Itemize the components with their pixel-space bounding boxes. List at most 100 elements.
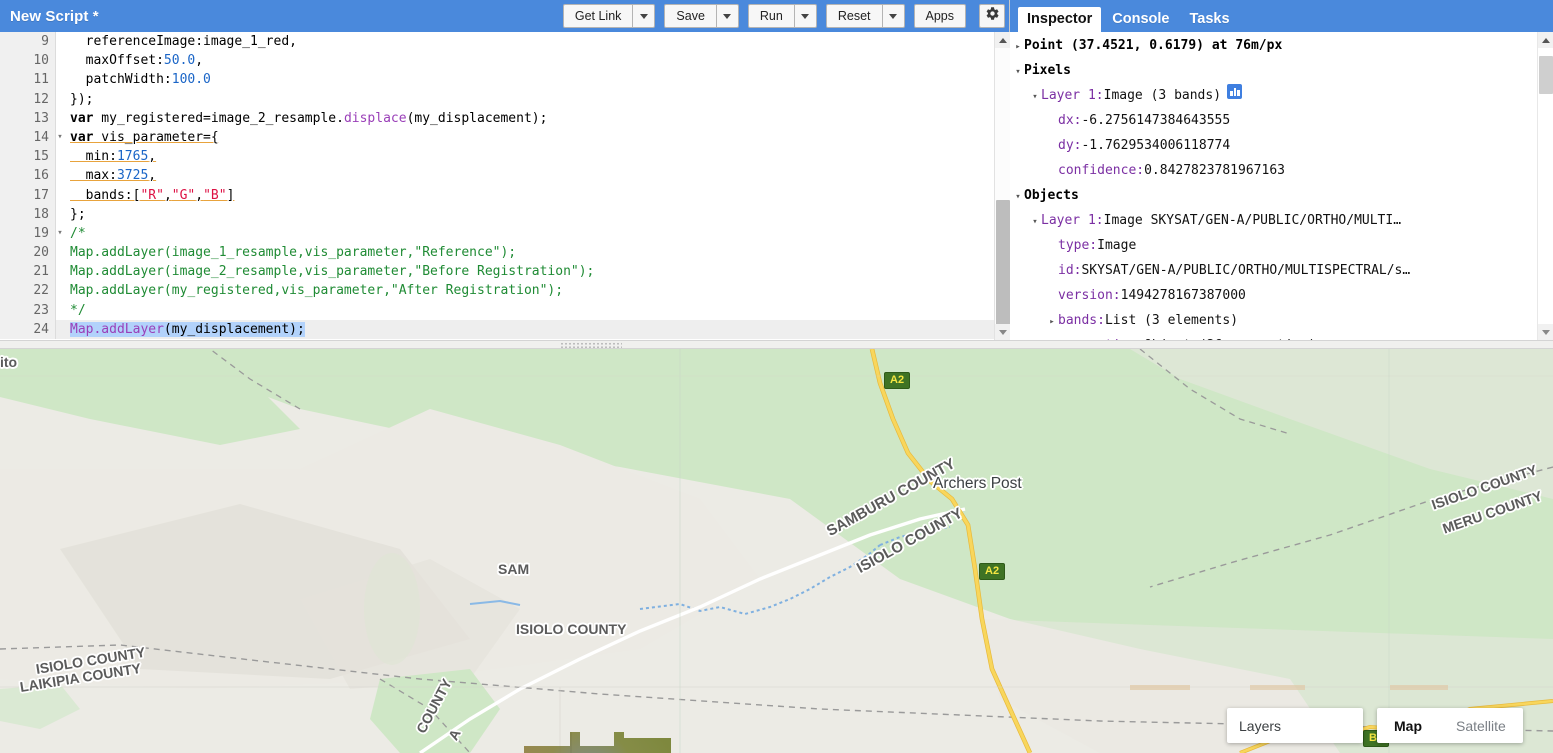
basemap-satellite-button[interactable]: Satellite: [1439, 708, 1523, 743]
save-dropdown-arrow[interactable]: [717, 4, 739, 28]
collapsed-triangle-icon[interactable]: ▸: [1046, 311, 1058, 334]
map-basemap-canvas: [0, 349, 1553, 753]
code-line[interactable]: 14▾var vis_parameter={: [0, 128, 994, 147]
expanded-triangle-icon[interactable]: ▾: [1012, 186, 1024, 209]
apps-button[interactable]: Apps: [914, 4, 967, 28]
inspector-row[interactable]: ▸confidence: 0.8427823781967163: [1012, 159, 1553, 184]
editor-scrollbar-thumb[interactable]: [996, 200, 1010, 325]
inspector-value: Image (3 bands): [1104, 84, 1221, 107]
code-line-text[interactable]: };: [56, 205, 86, 224]
expanded-triangle-icon[interactable]: ▾: [1012, 61, 1024, 84]
collapsed-triangle-icon[interactable]: ▸: [1012, 36, 1024, 59]
code-line[interactable]: 10 maxOffset:50.0,: [0, 51, 994, 70]
inspector-row[interactable]: ▾Layer 1: Image (3 bands): [1012, 84, 1553, 109]
code-line-text[interactable]: var my_registered=image_2_resample.displ…: [56, 109, 547, 128]
basemap-toggle: Map Satellite: [1377, 708, 1523, 743]
reset-group: Reset: [826, 4, 905, 28]
save-group: Save: [664, 4, 739, 28]
code-line[interactable]: 19▾/*: [0, 224, 994, 243]
tab-inspector[interactable]: Inspector: [1018, 7, 1101, 32]
code-line[interactable]: 9 referenceImage:image_1_red,: [0, 32, 994, 51]
code-line[interactable]: 22Map.addLayer(my_registered,vis_paramet…: [0, 281, 994, 300]
inspector-scrollbar-thumb[interactable]: [1539, 56, 1553, 94]
inspector-key: Layer 1:: [1041, 209, 1104, 232]
code-line-text[interactable]: referenceImage:image_1_red,: [56, 32, 297, 51]
map-view[interactable]: SAMBURU COUNTYISIOLO COUNTYISIOLO COUNTY…: [0, 349, 1553, 753]
code-token: /*: [70, 226, 86, 241]
code-line-text[interactable]: min:1765,: [56, 147, 156, 166]
code-line[interactable]: 17 bands:["R","G","B"]: [0, 186, 994, 205]
code-line-text[interactable]: Map.addLayer(image_2_resample,vis_parame…: [56, 262, 594, 281]
inspector-scroll-down-arrow-icon[interactable]: [1538, 324, 1553, 340]
get-link-dropdown-arrow[interactable]: [633, 4, 655, 28]
inspector-vertical-scrollbar[interactable]: [1537, 32, 1553, 340]
tab-tasks[interactable]: Tasks: [1180, 7, 1238, 32]
code-line[interactable]: 18};: [0, 205, 994, 224]
gee-code-editor-app: New Script * Get Link Save Run: [0, 0, 1553, 753]
basemap-map-button[interactable]: Map: [1377, 708, 1439, 743]
tab-console[interactable]: Console: [1103, 7, 1178, 32]
code-line[interactable]: 13var my_registered=image_2_resample.dis…: [0, 109, 994, 128]
editor-vertical-scrollbar[interactable]: [994, 32, 1010, 340]
inspector-row[interactable]: ▸dy: -1.7629534006118774: [1012, 134, 1553, 159]
code-line-text[interactable]: /*: [56, 224, 86, 243]
code-line-text[interactable]: patchWidth:100.0: [56, 70, 211, 89]
code-line[interactable]: 12});: [0, 90, 994, 109]
settings-button[interactable]: [979, 4, 1005, 28]
expanded-triangle-icon[interactable]: ▾: [1029, 211, 1041, 234]
scroll-up-arrow-icon[interactable]: [995, 32, 1010, 48]
inspector-scroll-up-arrow-icon[interactable]: [1538, 32, 1553, 48]
code-line-text[interactable]: Map.addLayer(my_registered,vis_parameter…: [56, 281, 563, 300]
code-line-text[interactable]: maxOffset:50.0,: [56, 51, 203, 70]
code-line-text[interactable]: var vis_parameter={: [56, 128, 219, 147]
code-line[interactable]: 15 min:1765,: [0, 147, 994, 166]
inspector-row[interactable]: ▾Pixels: [1012, 59, 1553, 84]
splitter-grip-icon[interactable]: [560, 342, 622, 349]
inspector-tree[interactable]: ▸Point (37.4521, 0.6179) at 76m/px▾Pixel…: [1010, 32, 1553, 340]
expanded-triangle-icon[interactable]: ▾: [1029, 86, 1041, 109]
script-title: New Script *: [10, 8, 99, 25]
inspector-row[interactable]: ▸type: Image: [1012, 234, 1553, 259]
save-button[interactable]: Save: [664, 4, 717, 28]
code-token: bands:[: [70, 188, 140, 203]
reset-dropdown-arrow[interactable]: [883, 4, 905, 28]
inspector-row[interactable]: ▸version: 1494278167387000: [1012, 284, 1553, 309]
inspector-row[interactable]: ▸dx: -6.2756147384643555: [1012, 109, 1553, 134]
code-line[interactable]: 16 max:3725,: [0, 166, 994, 185]
line-number: 24: [0, 320, 56, 339]
code-token: vis_parameter={: [93, 130, 218, 145]
inspector-row[interactable]: ▸Point (37.4521, 0.6179) at 76m/px: [1012, 34, 1553, 59]
inspector-value: -1.7629534006118774: [1081, 134, 1230, 157]
inspector-row[interactable]: ▾Objects: [1012, 184, 1553, 209]
scroll-down-arrow-icon[interactable]: [995, 324, 1010, 340]
code-line-text[interactable]: Map.addLayer(my_displacement);: [56, 320, 305, 339]
code-line[interactable]: 21Map.addLayer(image_2_resample,vis_para…: [0, 262, 994, 281]
run-button[interactable]: Run: [748, 4, 795, 28]
inspector-row[interactable]: ▾Layer 1: Image SKYSAT/GEN-A/PUBLIC/ORTH…: [1012, 209, 1553, 234]
run-dropdown-arrow[interactable]: [795, 4, 817, 28]
code-line-text[interactable]: max:3725,: [56, 166, 156, 185]
get-link-button[interactable]: Get Link: [563, 4, 634, 28]
editor-scrollbar-track[interactable]: [995, 48, 1010, 324]
code-line-text[interactable]: */: [56, 301, 86, 320]
apps-group: Apps: [914, 4, 967, 28]
code-line[interactable]: 11 patchWidth:100.0: [0, 70, 994, 89]
code-line[interactable]: 20Map.addLayer(image_1_resample,vis_para…: [0, 243, 994, 262]
layers-control[interactable]: Layers: [1227, 708, 1363, 743]
reset-button[interactable]: Reset: [826, 4, 883, 28]
tree-indent-spacer: ▸: [1046, 136, 1058, 159]
code-line-text[interactable]: Map.addLayer(image_1_resample,vis_parame…: [56, 243, 516, 262]
inspector-row[interactable]: ▸id: SKYSAT/GEN-A/PUBLIC/ORTHO/MULTISPEC…: [1012, 259, 1553, 284]
code-token: 3725: [117, 168, 148, 183]
code-line-text[interactable]: });: [56, 90, 93, 109]
panel-splitter[interactable]: [0, 340, 1553, 349]
chart-icon[interactable]: [1227, 84, 1242, 99]
code-token: min:: [70, 149, 117, 164]
code-lines-container[interactable]: 9 referenceImage:image_1_red,10 maxOffse…: [0, 32, 994, 340]
code-line[interactable]: 23*/: [0, 301, 994, 320]
editor-toolbar: New Script * Get Link Save Run: [0, 0, 1009, 32]
code-line[interactable]: 24Map.addLayer(my_displacement);: [0, 320, 994, 339]
code-line-text[interactable]: bands:["R","G","B"]: [56, 186, 234, 205]
inspector-row[interactable]: ▸bands: List (3 elements): [1012, 309, 1553, 334]
code-editor[interactable]: 9 referenceImage:image_1_red,10 maxOffse…: [0, 32, 1010, 340]
